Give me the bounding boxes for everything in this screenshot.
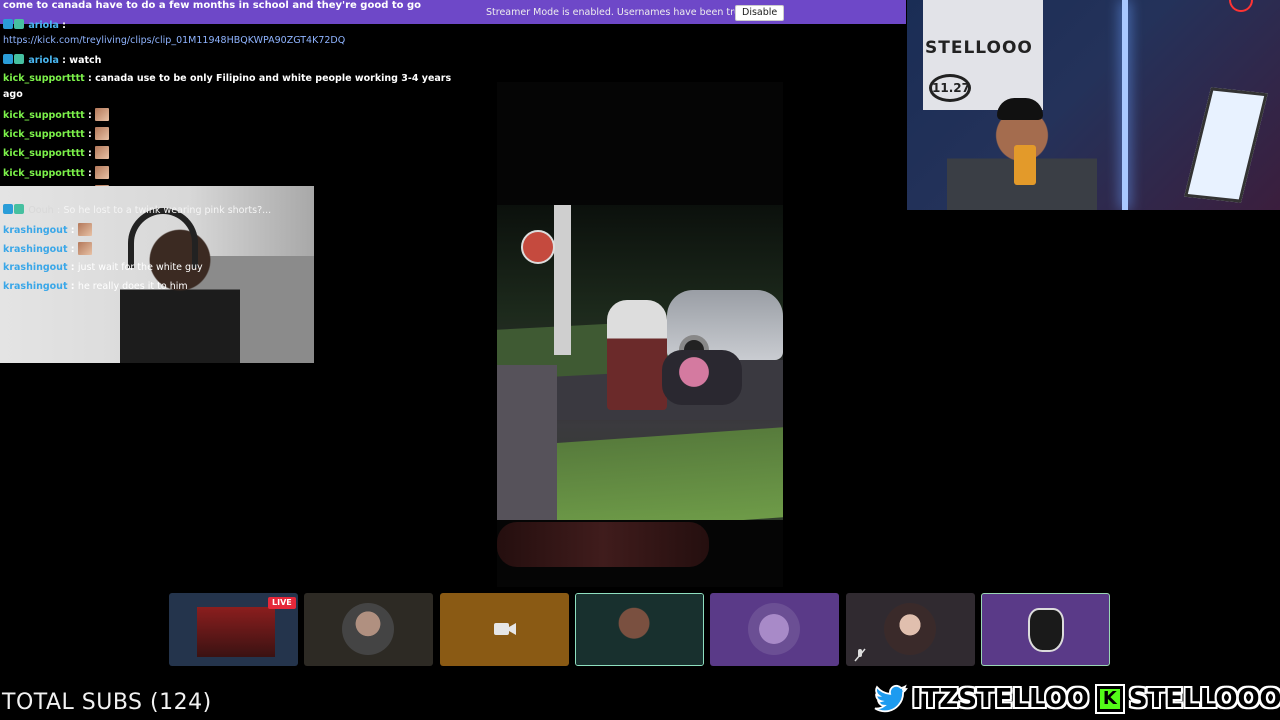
- avatar: [1028, 608, 1064, 652]
- participant-tile[interactable]: [846, 593, 975, 666]
- participant-tile[interactable]: [981, 593, 1110, 666]
- avatar: [748, 603, 800, 655]
- chat-username[interactable]: kick_supportttt: [3, 73, 85, 84]
- participant-tile[interactable]: LIVE: [169, 593, 298, 666]
- chat-separator: :: [62, 55, 66, 66]
- emote-icon: [94, 146, 109, 159]
- live-badge: LIVE: [268, 597, 296, 609]
- chat-message: kick_supportttt :: [3, 166, 109, 179]
- chat-separator: :: [70, 244, 75, 255]
- video-people-group: [662, 350, 742, 405]
- chat-message: ariola :: [3, 19, 66, 31]
- chat-username[interactable]: krashingout: [3, 262, 67, 273]
- video-grass: [557, 426, 783, 520]
- streamer-mode-message: Streamer Mode is enabled. Usernames have…: [486, 7, 776, 18]
- participant-tile[interactable]: [440, 593, 569, 666]
- chat-separator: :: [87, 148, 92, 159]
- streamer-hair: [997, 98, 1043, 120]
- social-handles: ITZSTELLOO K STELLOOO: [874, 682, 1280, 716]
- poster-logo-text: STELLOOO: [925, 38, 1033, 58]
- chat-username[interactable]: ariola: [28, 55, 59, 66]
- chat-message: kick_supportttt :: [3, 127, 109, 140]
- chat-separator: :: [70, 262, 75, 273]
- chat-text: just wait for the white guy: [77, 262, 203, 273]
- badge-icon: [3, 19, 13, 29]
- led-strip: [1122, 0, 1128, 210]
- badge-icon: [14, 204, 24, 214]
- emote-icon: [77, 242, 92, 255]
- video-person: [607, 300, 667, 410]
- total-subs-counter: TOTAL SUBS (124): [2, 690, 212, 715]
- emote-icon: [94, 108, 109, 121]
- chat-text: ago: [3, 89, 23, 100]
- twitter-handle: ITZSTELLOO: [912, 684, 1089, 714]
- chat-username[interactable]: kick_supportttt: [3, 129, 85, 140]
- chat-message: krashingout :: [3, 223, 92, 236]
- avatar: [342, 603, 394, 655]
- camera-icon: [494, 623, 516, 635]
- chat-separator: :: [87, 168, 92, 179]
- badge-icon: [14, 54, 24, 64]
- chat-link[interactable]: https://kick.com/treyliving/clips/clip_0…: [3, 35, 345, 46]
- chat-separator: :: [70, 225, 75, 236]
- twitter-icon: [874, 684, 908, 713]
- streamer-webcam: STELLOOO 11.27: [907, 0, 1280, 210]
- neon-sign-icon: [1229, 0, 1253, 12]
- chat-separator: :: [87, 73, 92, 84]
- chat-separator: :: [56, 205, 61, 216]
- video-foreground-blur: [497, 522, 709, 567]
- chat-message: ago: [3, 89, 23, 100]
- chat-message: kick_supportttt : canada use to be only …: [3, 73, 451, 84]
- chat-separator: :: [87, 129, 92, 140]
- chat-message: krashingout : just wait for the white gu…: [3, 262, 203, 273]
- screen-share-thumbnail: [197, 607, 275, 657]
- chat-text: watch: [69, 55, 102, 66]
- chat-username[interactable]: kick_supportttt: [3, 110, 85, 121]
- chat-message: ariola : watch: [3, 54, 101, 66]
- chat-username[interactable]: kick_supportttt: [3, 148, 85, 159]
- drink-cup: [1014, 145, 1036, 185]
- clip-video[interactable]: [497, 205, 783, 520]
- emote-icon: [94, 127, 109, 140]
- background-monitor: [1184, 87, 1268, 203]
- emote-icon: [77, 223, 92, 236]
- chat-text: he really does it to him: [77, 281, 188, 292]
- video-sidewalk: [497, 365, 557, 520]
- chat-message: https://kick.com/treyliving/clips/clip_0…: [3, 35, 345, 46]
- participant-video: [576, 594, 703, 665]
- badge-icon: [3, 204, 13, 214]
- chat-message: kick_supportttt :: [3, 146, 109, 159]
- participant-tile[interactable]: [304, 593, 433, 666]
- kick-handle: STELLOOO: [1128, 684, 1280, 714]
- chat-message: Oouh : So he lost to a twink wearing pin…: [3, 204, 271, 216]
- kick-icon: K: [1096, 686, 1123, 712]
- chat-separator: :: [87, 110, 92, 121]
- chat-text: So he lost to a twink wearing pink short…: [63, 205, 272, 216]
- chat-username[interactable]: ariola: [28, 20, 59, 31]
- badge-icon: [14, 19, 24, 29]
- chat-username[interactable]: krashingout: [3, 281, 67, 292]
- disable-button[interactable]: Disable: [735, 5, 785, 21]
- stop-sign: [521, 230, 555, 264]
- chat-separator: :: [62, 20, 66, 31]
- chat-username[interactable]: krashingout: [3, 225, 67, 236]
- chat-text: canada use to be only Filipino and white…: [95, 73, 452, 84]
- chat-username[interactable]: Oouh: [28, 205, 53, 216]
- participant-tile[interactable]: [710, 593, 839, 666]
- streamer-mode-banner: come to canada have to do a few months i…: [0, 0, 906, 24]
- chat-message: krashingout : he really does it to him: [3, 281, 188, 292]
- chat-message-overflow: come to canada have to do a few months i…: [3, 0, 421, 11]
- mic-off-icon: [854, 648, 866, 662]
- badge-icon: [3, 54, 13, 64]
- chat-message: kick_supportttt :: [3, 108, 109, 121]
- video-pole: [554, 205, 571, 355]
- emote-icon: [94, 166, 109, 179]
- chat-username[interactable]: krashingout: [3, 244, 67, 255]
- participant-tile-active[interactable]: [575, 593, 704, 666]
- chat-username[interactable]: kick_supportttt: [3, 168, 85, 179]
- chat-separator: :: [70, 281, 75, 292]
- avatar: [884, 603, 936, 655]
- chat-message: krashingout :: [3, 242, 92, 255]
